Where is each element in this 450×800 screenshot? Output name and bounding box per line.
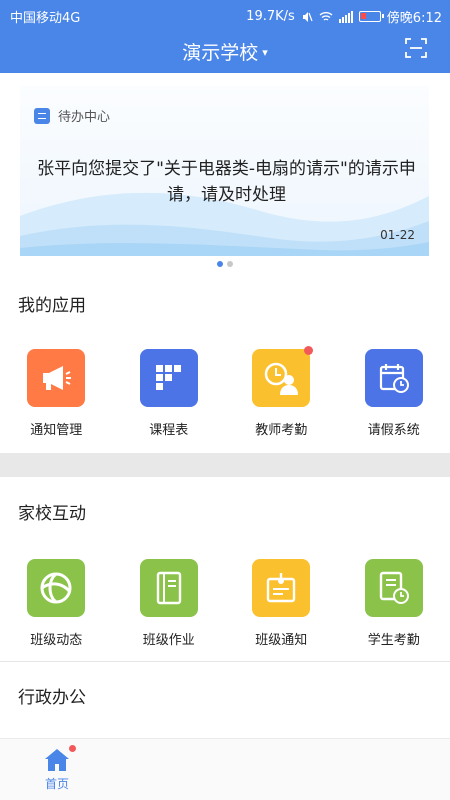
- badge-icon: [252, 559, 311, 617]
- timetable-icon: [139, 349, 198, 407]
- todo-title: 待办中心: [58, 110, 111, 125]
- section-title-home-school: 家校互动: [18, 504, 86, 524]
- doc-clock-icon: [364, 559, 423, 617]
- scan-icon[interactable]: [404, 36, 428, 60]
- my-apps-grid: 通知管理 课程表 教师考勤 请假系统: [0, 346, 450, 438]
- title-bar: 演示学校 ▾: [0, 30, 450, 73]
- app-label: 班级作业: [142, 633, 195, 648]
- chevron-down-icon: ▾: [262, 46, 268, 59]
- notification-badge: [69, 745, 76, 752]
- section-divider: [0, 661, 450, 662]
- todo-message: 张平向您提交了"关于电器类-电扇的请示"的请示申请，请及时处理: [37, 159, 416, 205]
- status-right: 19.7K/s 傍晚6:12: [246, 7, 442, 26]
- network-speed: 19.7K/s: [246, 9, 295, 24]
- tab-home[interactable]: 首页: [32, 745, 82, 792]
- carousel-dot[interactable]: [227, 261, 233, 267]
- app-label: 班级动态: [30, 633, 83, 648]
- wifi-icon: [319, 12, 333, 21]
- app-label: 请假系统: [367, 423, 420, 438]
- app-label: 学生考勤: [367, 633, 420, 648]
- todo-banner[interactable]: 待办中心 张平向您提交了"关于电器类-电扇的请示"的请示申请，请及时处理 01-…: [20, 86, 429, 256]
- app-class-homework[interactable]: 班级作业: [113, 559, 226, 648]
- tab-home-label: 首页: [44, 777, 69, 791]
- carrier-label: 中国移动4G: [10, 11, 81, 26]
- app-student-attendance[interactable]: 学生考勤: [338, 559, 450, 648]
- todo-header: 待办中心: [34, 106, 110, 125]
- app-class-notice[interactable]: 班级通知: [225, 559, 338, 648]
- swirl-icon: [27, 559, 86, 617]
- clock: 傍晚6:12: [386, 11, 442, 26]
- notification-badge: [304, 346, 314, 355]
- notebook-icon: [139, 559, 198, 617]
- carousel-dot[interactable]: [217, 261, 223, 267]
- carousel-indicator: [0, 261, 450, 267]
- mute-icon: [302, 11, 313, 22]
- battery-icon: [358, 11, 384, 22]
- status-bar: 中国移动4G 19.7K/s 傍晚6:12: [0, 0, 450, 30]
- megaphone-icon: [27, 349, 86, 407]
- home-school-grid: 班级动态 班级作业 班级通知 学生考勤: [0, 559, 450, 648]
- checklist-icon: [34, 107, 50, 124]
- signal-icon: [338, 10, 353, 23]
- app-header: 中国移动4G 19.7K/s 傍晚6:12 演示学校 ▾: [0, 0, 450, 73]
- home-icon: [45, 749, 69, 771]
- section-title-admin: 行政办公: [18, 688, 86, 708]
- todo-date: 01-22: [380, 228, 415, 242]
- school-selector[interactable]: 演示学校 ▾: [0, 38, 450, 65]
- app-label: 班级通知: [255, 633, 308, 648]
- app-class-moments[interactable]: 班级动态: [0, 559, 113, 648]
- section-title-my-apps: 我的应用: [18, 296, 86, 316]
- calendar-clock-icon: [364, 349, 423, 407]
- app-label: 课程表: [149, 423, 189, 438]
- section-separator: [0, 453, 450, 477]
- clock-person-icon: [252, 346, 314, 407]
- app-leave-system[interactable]: 请假系统: [338, 349, 450, 438]
- school-name: 演示学校: [182, 42, 259, 64]
- app-timetable[interactable]: 课程表: [113, 349, 226, 438]
- bottom-nav: 首页: [0, 738, 450, 800]
- app-teacher-attendance[interactable]: 教师考勤: [225, 346, 338, 438]
- app-label: 教师考勤: [255, 423, 308, 438]
- app-label: 通知管理: [30, 423, 83, 438]
- app-notice-management[interactable]: 通知管理: [0, 349, 113, 438]
